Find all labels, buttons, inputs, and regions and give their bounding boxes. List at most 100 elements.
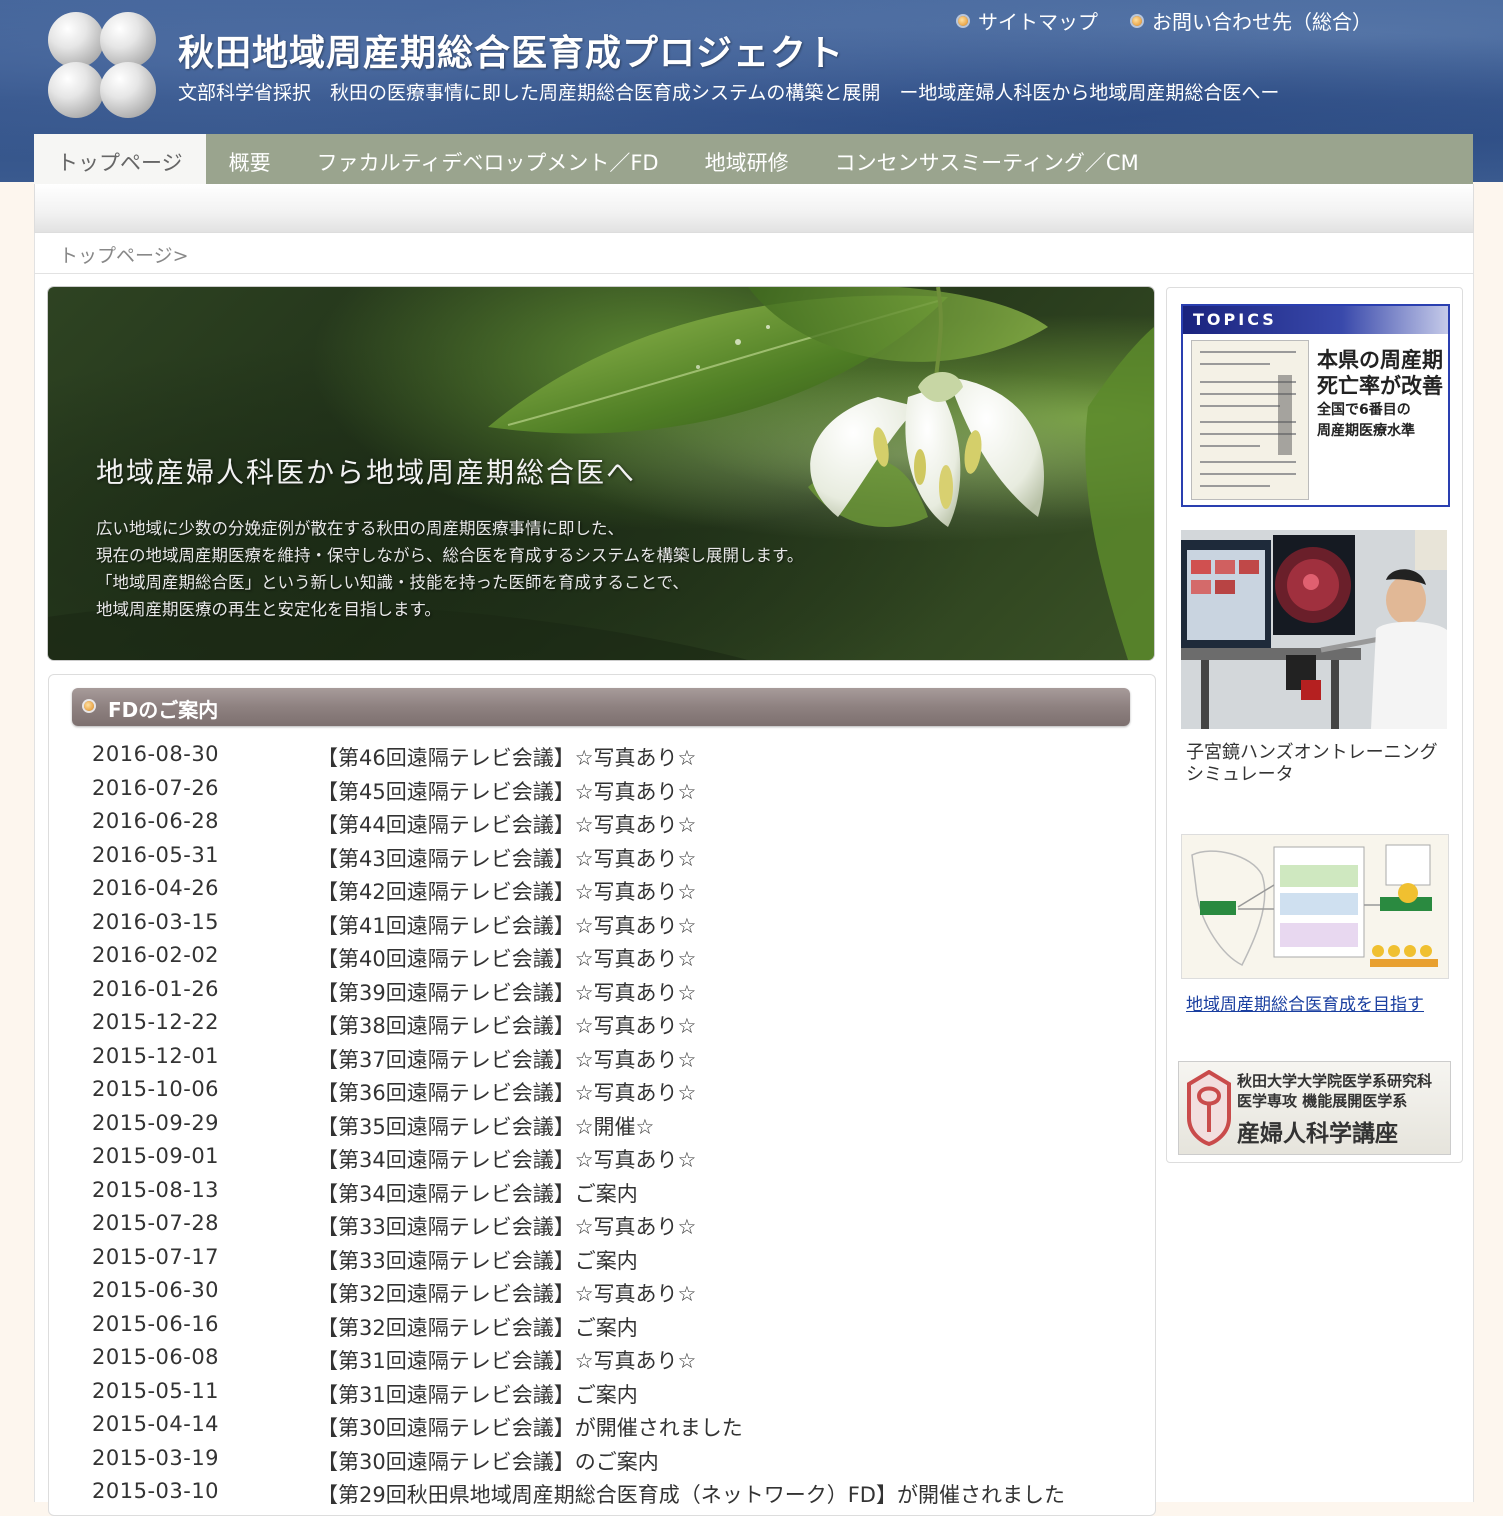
fd-item-date: 2015-06-30 <box>92 1278 220 1302</box>
fd-list-item: 2015-09-29 【第35回遠隔テレビ会議】☆開催☆ <box>92 1111 1132 1145</box>
fd-item-date: 2015-07-17 <box>92 1244 220 1269</box>
hero-text-line: 現在の地域周産期医療を維持・保守しながら、総合医を育成するシステムを構築し展開し… <box>96 546 804 565</box>
fd-item-link[interactable]: 【第32回遠隔テレビ会議】☆写真あり☆ <box>317 1278 696 1312</box>
sub-nav-bar <box>34 184 1474 233</box>
nav-item-regional-training[interactable]: 地域研修 <box>682 134 812 184</box>
contact-link-label: お問い合わせ先（総合） <box>1152 10 1372 34</box>
department-name: 産婦人科学講座 <box>1237 1121 1398 1147</box>
fd-list-item: 2016-02-02 【第40回遠隔テレビ会議】☆写真あり☆ <box>92 943 1132 977</box>
fd-item-date: 2016-06-28 <box>92 809 220 833</box>
fd-section-header: FDのご案内 <box>72 688 1130 726</box>
diagram-link[interactable]: 地域周産期総合医育成を目指す <box>1186 990 1424 1015</box>
nav-item-overview[interactable]: 概要 <box>206 134 294 184</box>
contact-link[interactable]: お問い合わせ先（総合） <box>1132 6 1372 35</box>
department-banner[interactable]: 秋田大学大学院医学系研究科 医学専攻 機能展開医学系 産婦人科学講座 <box>1178 1061 1451 1155</box>
fd-item-date: 2016-08-30 <box>92 742 220 766</box>
hero-text-line: 地域周産期医療の再生と安定化を目指します。 <box>96 600 441 619</box>
fd-list-item: 2015-08-13 【第34回遠隔テレビ会議】ご案内 <box>92 1178 1132 1212</box>
site-logo[interactable] <box>48 12 156 118</box>
diagram-illustration <box>1182 835 1448 978</box>
fd-item-link[interactable]: 【第37回遠隔テレビ会議】☆写真あり☆ <box>317 1044 696 1078</box>
hysteroscopy-simulator-photo[interactable] <box>1181 530 1447 729</box>
fd-item-link[interactable]: 【第29回秋田県地域周産期総合医育成（ネットワーク）FD】が開催されました <box>317 1479 1065 1513</box>
fd-item-date: 2015-10-06 <box>92 1077 220 1101</box>
fd-item-date: 2016-01-26 <box>92 976 220 1001</box>
fd-list-item: 2015-04-14 【第30回遠隔テレビ会議】が開催されました <box>92 1412 1132 1446</box>
fd-item-link[interactable]: 【第45回遠隔テレビ会議】☆写真あり☆ <box>317 776 696 810</box>
topics-banner[interactable]: TOPICS 本県の周産期 死亡率が改善 全国で6番目の 周産期医療水準 <box>1181 304 1450 507</box>
fd-item-date: 2015-08-13 <box>92 1177 220 1202</box>
fd-item-link[interactable]: 【第44回遠隔テレビ会議】☆写真あり☆ <box>317 809 696 843</box>
fd-item-link[interactable]: 【第32回遠隔テレビ会議】ご案内 <box>317 1312 638 1346</box>
fd-list-item: 2015-10-06 【第36回遠隔テレビ会議】☆写真あり☆ <box>92 1077 1132 1111</box>
logo-ball <box>100 62 156 118</box>
fd-item-date: 2015-12-01 <box>92 1043 220 1068</box>
university-emblem-icon <box>1187 1070 1231 1146</box>
simulator-caption: 子宮鏡ハンズオントレーニングシミュレータ <box>1186 742 1438 785</box>
nav-item-fd[interactable]: ファカルティデベロップメント／FD <box>294 134 682 184</box>
fd-item-link[interactable]: 【第34回遠隔テレビ会議】☆写真あり☆ <box>317 1144 696 1178</box>
fd-item-link[interactable]: 【第39回遠隔テレビ会議】☆写真あり☆ <box>317 977 696 1011</box>
fd-item-link[interactable]: 【第35回遠隔テレビ会議】☆開催☆ <box>317 1111 654 1145</box>
department-line: 医学専攻 機能展開医学系 <box>1237 1092 1408 1110</box>
fd-item-date: 2015-06-16 <box>92 1311 220 1336</box>
fd-list-item: 2015-12-01 【第37回遠隔テレビ会議】☆写真あり☆ <box>92 1044 1132 1078</box>
sitemap-link-label: サイトマップ <box>978 10 1098 34</box>
fd-list-item: 2015-09-01 【第34回遠隔テレビ会議】☆写真あり☆ <box>92 1144 1132 1178</box>
breadcrumb-bar: トップページ> <box>34 233 1474 274</box>
fd-list-item: 2016-04-26 【第42回遠隔テレビ会議】☆写真あり☆ <box>92 876 1132 910</box>
topics-headline: 死亡率が改善 <box>1317 374 1443 398</box>
fd-item-date: 2015-03-19 <box>92 1445 220 1470</box>
fd-item-date: 2015-09-01 <box>92 1144 220 1168</box>
fd-item-date: 2015-07-28 <box>92 1211 220 1235</box>
newspaper-clipping-image <box>1191 340 1309 500</box>
bullet-icon <box>1132 15 1142 26</box>
topics-subline: 全国で6番目の <box>1317 402 1411 418</box>
fd-list-item: 2016-01-26 【第39回遠隔テレビ会議】☆写真あり☆ <box>92 977 1132 1011</box>
fd-list-item: 2015-06-16 【第32回遠隔テレビ会議】ご案内 <box>92 1312 1132 1346</box>
fd-list-item: 2015-07-28 【第33回遠隔テレビ会議】☆写真あり☆ <box>92 1211 1132 1245</box>
top-links: サイトマップ お問い合わせ先（総合） <box>958 6 1372 35</box>
fd-item-date: 2016-07-26 <box>92 775 220 800</box>
fd-item-link[interactable]: 【第42回遠隔テレビ会議】☆写真あり☆ <box>317 876 696 910</box>
fd-list-item: 2016-06-28 【第44回遠隔テレビ会議】☆写真あり☆ <box>92 809 1132 843</box>
fd-item-link[interactable]: 【第43回遠隔テレビ会議】☆写真あり☆ <box>317 843 696 877</box>
sitemap-link[interactable]: サイトマップ <box>958 6 1098 35</box>
nav-item-top[interactable]: トップページ <box>34 134 206 184</box>
fd-item-link[interactable]: 【第30回遠隔テレビ会議】のご案内 <box>317 1446 659 1480</box>
fd-list-item: 2016-07-26 【第45回遠隔テレビ会議】☆写真あり☆ <box>92 776 1132 810</box>
logo-ball <box>48 12 104 68</box>
fd-item-date: 2015-09-29 <box>92 1110 220 1135</box>
breadcrumb[interactable]: トップページ> <box>59 241 189 268</box>
fd-item-date: 2015-03-10 <box>92 1479 220 1503</box>
bullet-icon <box>958 15 968 26</box>
fd-item-link[interactable]: 【第31回遠隔テレビ会議】☆写真あり☆ <box>317 1345 696 1379</box>
bullet-icon <box>84 701 94 711</box>
fd-item-link[interactable]: 【第46回遠隔テレビ会議】☆写真あり☆ <box>317 742 696 776</box>
logo-ball <box>48 62 104 118</box>
main-nav: トップページ 概要 ファカルティデベロップメント／FD 地域研修 コンセンサスミ… <box>34 134 1473 184</box>
fd-item-date: 2015-12-22 <box>92 1010 220 1034</box>
site-title[interactable]: 秋田地域周産期総合医育成プロジェクト <box>178 24 844 76</box>
fd-item-date: 2016-05-31 <box>92 842 220 867</box>
fd-item-link[interactable]: 【第38回遠隔テレビ会議】☆写真あり☆ <box>317 1010 696 1044</box>
fd-list-item: 2016-05-31 【第43回遠隔テレビ会議】☆写真あり☆ <box>92 843 1132 877</box>
fd-item-link[interactable]: 【第31回遠隔テレビ会議】ご案内 <box>317 1379 638 1413</box>
hero-text-line: 広い地域に少数の分娩症例が散在する秋田の周産期医療事情に即した、 <box>96 519 624 538</box>
fd-item-link[interactable]: 【第30回遠隔テレビ会議】が開催されました <box>317 1412 743 1446</box>
logo-ball <box>100 12 156 68</box>
fd-list-item: 2015-05-11 【第31回遠隔テレビ会議】ご案内 <box>92 1379 1132 1413</box>
training-system-diagram[interactable] <box>1181 834 1449 979</box>
fd-item-link[interactable]: 【第40回遠隔テレビ会議】☆写真あり☆ <box>317 943 696 977</box>
fd-list-item: 2015-12-22 【第38回遠隔テレビ会議】☆写真あり☆ <box>92 1010 1132 1044</box>
hero-banner: 地域産婦人科医から地域周産期総合医へ 広い地域に少数の分娩症例が散在する秋田の周… <box>48 287 1154 660</box>
fd-item-link[interactable]: 【第34回遠隔テレビ会議】ご案内 <box>317 1178 638 1212</box>
fd-list-item: 2015-06-08 【第31回遠隔テレビ会議】☆写真あり☆ <box>92 1345 1132 1379</box>
fd-item-link[interactable]: 【第33回遠隔テレビ会議】ご案内 <box>317 1245 638 1279</box>
fd-item-link[interactable]: 【第36回遠隔テレビ会議】☆写真あり☆ <box>317 1077 696 1111</box>
fd-item-link[interactable]: 【第41回遠隔テレビ会議】☆写真あり☆ <box>317 910 696 944</box>
nav-item-consensus-meeting[interactable]: コンセンサスミーティング／CM <box>812 134 1162 184</box>
fd-item-link[interactable]: 【第33回遠隔テレビ会議】☆写真あり☆ <box>317 1211 696 1245</box>
simulator-illustration <box>1181 530 1447 729</box>
fd-list-item: 2016-08-30 【第46回遠隔テレビ会議】☆写真あり☆ <box>92 742 1132 776</box>
